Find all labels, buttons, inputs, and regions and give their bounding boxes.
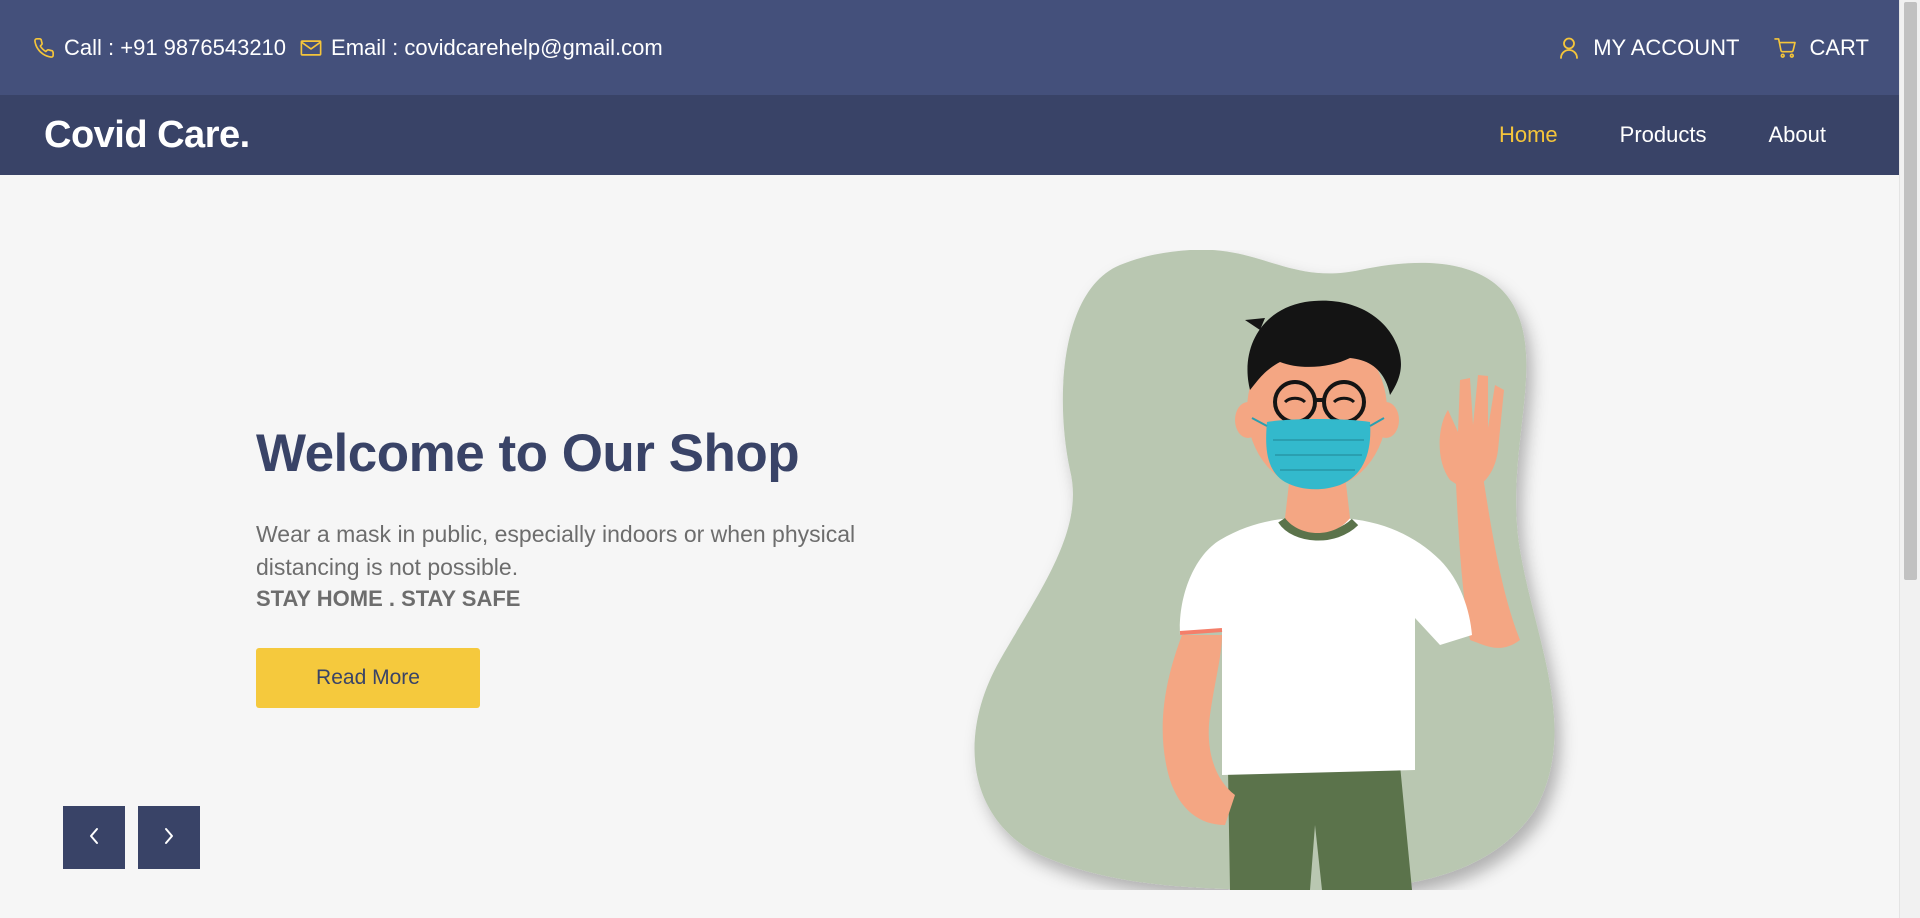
- cart-link[interactable]: CART: [1773, 34, 1870, 61]
- cart-label: CART: [1809, 34, 1870, 60]
- my-account-label: MY ACCOUNT: [1593, 34, 1740, 60]
- call-info[interactable]: Call : +91 9876543210: [33, 35, 286, 61]
- hero-text-block: Welcome to Our Shop Wear a mask in publi…: [256, 423, 956, 708]
- hero-title: Welcome to Our Shop: [256, 424, 800, 483]
- account-group: MY ACCOUNT CART: [1539, 35, 1869, 61]
- email-info[interactable]: Email : covidcarehelp@gmail.com: [300, 35, 663, 61]
- page-scrollbar[interactable]: [1899, 0, 1920, 918]
- mail-icon: [300, 39, 322, 57]
- scrollbar-thumb[interactable]: [1904, 2, 1917, 580]
- phone-icon: [33, 37, 55, 59]
- hero-section: Welcome to Our Shop Wear a mask in publi…: [0, 175, 1899, 918]
- nav-link-about[interactable]: About: [1769, 122, 1827, 148]
- read-more-button[interactable]: Read More: [256, 648, 480, 708]
- email-label: Email : covidcarehelp@gmail.com: [331, 34, 663, 60]
- call-label: Call : +91 9876543210: [64, 34, 287, 60]
- hero-tagline: STAY HOME . STAY SAFE: [256, 586, 521, 611]
- nav-link-home[interactable]: Home: [1499, 122, 1558, 148]
- nav-link-products[interactable]: Products: [1620, 122, 1707, 148]
- my-account-link[interactable]: MY ACCOUNT: [1559, 34, 1740, 61]
- cart-icon: [1773, 37, 1796, 58]
- chevron-left-icon: [87, 826, 101, 849]
- top-contact-bar: Call : +91 9876543210 Email : covidcareh…: [0, 0, 1899, 95]
- site-logo[interactable]: Covid Care.: [44, 114, 250, 157]
- nav-links: Home Products About: [1499, 122, 1826, 148]
- slider-next-button[interactable]: [138, 806, 200, 869]
- shorts: [1228, 765, 1412, 890]
- slider-prev-button[interactable]: [63, 806, 125, 869]
- ear-right: [1373, 402, 1399, 438]
- user-icon: [1559, 37, 1579, 59]
- contact-group: Call : +91 9876543210 Email : covidcareh…: [33, 35, 663, 61]
- hero-description: Wear a mask in public, especially indoor…: [256, 521, 856, 580]
- main-navbar: Covid Care. Home Products About: [0, 95, 1899, 175]
- hero-illustration: [974, 250, 1555, 890]
- chevron-right-icon: [162, 826, 176, 849]
